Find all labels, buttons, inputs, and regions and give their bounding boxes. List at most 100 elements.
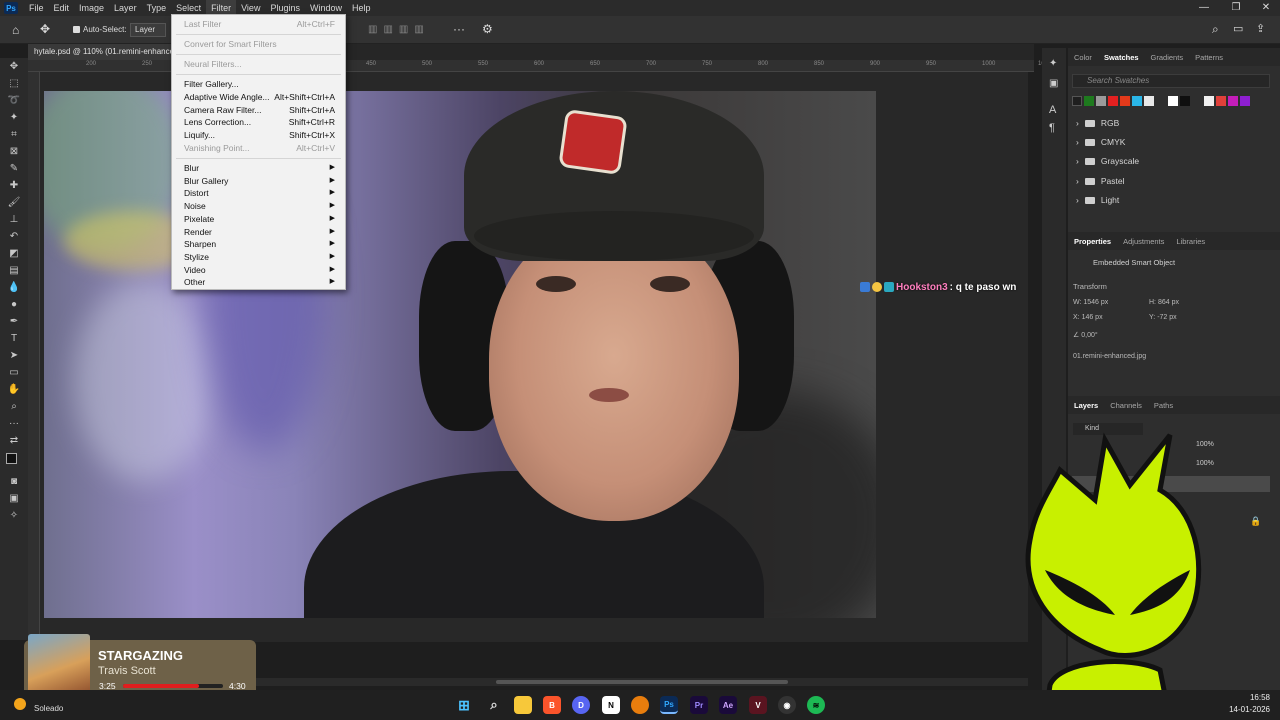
zoom-icon[interactable]: ⌕ <box>0 398 28 415</box>
tab-paths[interactable]: Paths <box>1148 401 1179 410</box>
search-icon[interactable]: ⌕ <box>1212 22 1219 37</box>
w-field[interactable]: W: 1546 px <box>1073 299 1108 306</box>
eyedropper-icon[interactable]: ✎ <box>0 160 28 177</box>
dodge-icon[interactable]: ● <box>0 296 28 313</box>
frame-icon[interactable]: ⊠ <box>0 143 28 160</box>
crop-icon[interactable]: ⌗ <box>0 126 28 143</box>
angle-field[interactable]: ∠ 0,00° <box>1073 331 1098 339</box>
paragraph-icon[interactable]: ¶ <box>1049 122 1055 134</box>
menu-item-blur[interactable]: Blur ▶ <box>184 162 335 174</box>
stamp-icon[interactable]: ⊥ <box>0 211 28 228</box>
comments-icon[interactable]: ✦ <box>1049 58 1057 69</box>
tab-layers[interactable]: Layers <box>1068 401 1104 410</box>
tab-libraries[interactable]: Libraries <box>1170 237 1211 246</box>
history-brush-icon[interactable]: ↶ <box>0 228 28 245</box>
premiere-icon[interactable]: Pr <box>690 696 708 714</box>
marquee-icon[interactable]: ⬚ <box>0 75 28 92</box>
swatch-folder-cmyk[interactable]: › CMYK <box>1076 135 1125 149</box>
gear-icon[interactable]: ⚙ <box>482 22 493 36</box>
blur-icon[interactable]: 💧 <box>0 279 28 296</box>
tab-properties[interactable]: Properties <box>1068 237 1117 246</box>
menu-item-distort[interactable]: Distort ▶ <box>184 187 335 199</box>
notion-icon[interactable]: N <box>602 696 620 714</box>
swatch-folder-grayscale[interactable]: › Grayscale <box>1076 154 1139 168</box>
color-swatches-icon[interactable] <box>0 449 28 473</box>
swatch-11[interactable] <box>1228 96 1238 106</box>
after-effects-icon[interactable]: Ae <box>719 696 737 714</box>
h-field[interactable]: H: 864 px <box>1149 299 1179 306</box>
swatch-folder-light[interactable]: › Light <box>1076 193 1119 207</box>
swatch-7[interactable] <box>1168 96 1178 106</box>
search-icon[interactable]: ⌕ <box>485 696 503 714</box>
menu-item-sharpen[interactable]: Sharpen ▶ <box>184 238 335 250</box>
search-swatches-input[interactable]: Search Swatches <box>1072 74 1270 88</box>
menu-item-lens-correction[interactable]: Lens Correction... Shift+Ctrl+R <box>184 116 335 128</box>
swatch-folder-pastel[interactable]: › Pastel <box>1076 174 1124 188</box>
menu-item-pixelate[interactable]: Pixelate ▶ <box>184 213 335 225</box>
chat-bubble-icon[interactable]: ▣ <box>1049 78 1058 89</box>
tab-channels[interactable]: Channels <box>1104 401 1148 410</box>
more-options-icon[interactable]: ··· <box>453 22 465 36</box>
file-explorer-icon[interactable] <box>514 696 532 714</box>
home-icon[interactable]: ⌂ <box>12 23 19 37</box>
menu-image[interactable]: Image <box>74 0 109 16</box>
brave-icon[interactable]: B <box>543 696 561 714</box>
clock-time[interactable]: 16:58 <box>1222 693 1270 702</box>
swatch-9[interactable] <box>1204 96 1214 106</box>
menu-item-liquify[interactable]: Liquify... Shift+Ctrl+X <box>184 129 335 141</box>
tab-patterns[interactable]: Patterns <box>1189 53 1229 62</box>
align-icons[interactable]: ▥▥▥▥ <box>368 24 430 35</box>
type-icon[interactable]: T <box>0 330 28 347</box>
menu-item-blur-gallery[interactable]: Blur Gallery ▶ <box>184 175 335 187</box>
auto-select-checkbox[interactable] <box>73 26 80 33</box>
menu-type[interactable]: Type <box>142 0 172 16</box>
photoshop-taskbar-icon[interactable]: Ps <box>660 696 678 714</box>
restore-icon[interactable]: ❐ <box>1220 0 1252 16</box>
rectangle-icon[interactable]: ▭ <box>0 364 28 381</box>
swatch-folder-rgb[interactable]: › RGB <box>1076 116 1119 130</box>
swatch-4[interactable] <box>1120 96 1130 106</box>
eraser-icon[interactable]: ◩ <box>0 245 28 262</box>
menu-item-noise[interactable]: Noise ▶ <box>184 200 335 212</box>
gradient-icon[interactable]: ▤ <box>0 262 28 279</box>
tab-adjustments[interactable]: Adjustments <box>1117 237 1170 246</box>
brush-icon[interactable]: 🖌 <box>0 194 28 211</box>
swatch-8[interactable] <box>1180 96 1190 106</box>
healing-icon[interactable]: ✚ <box>0 177 28 194</box>
swatch-3[interactable] <box>1108 96 1118 106</box>
menu-item-adaptive-wide-angle[interactable]: Adaptive Wide Angle... Alt+Shift+Ctrl+A <box>184 91 335 103</box>
scrollbar-thumb[interactable] <box>496 680 788 684</box>
swatch-10[interactable] <box>1216 96 1226 106</box>
menu-item-camera-raw[interactable]: Camera Raw Filter... Shift+Ctrl+A <box>184 104 335 116</box>
workspace-icon[interactable]: ▭ <box>1233 22 1243 35</box>
sun-icon[interactable] <box>14 698 26 710</box>
lasso-icon[interactable]: ➰ <box>0 92 28 109</box>
move-icon[interactable]: ✥ <box>0 58 28 75</box>
swatch-1[interactable] <box>1084 96 1094 106</box>
clock-date[interactable]: 14-01-2026 <box>1222 705 1270 714</box>
blender-icon[interactable] <box>631 696 649 714</box>
start-icon[interactable]: ⊞ <box>455 696 473 714</box>
menu-file[interactable]: File <box>24 0 49 16</box>
move-tool-icon[interactable]: ✥ <box>40 22 50 36</box>
app-v-icon[interactable]: V <box>749 696 767 714</box>
document-tab[interactable]: hytale.psd @ 110% (01.remini-enhanced <box>28 44 178 60</box>
character-icon[interactable]: A <box>1049 104 1056 116</box>
tab-color[interactable]: Color <box>1068 53 1098 62</box>
generative-icon[interactable]: ✧ <box>0 507 28 524</box>
menu-layer[interactable]: Layer <box>109 0 142 16</box>
layer-dropdown[interactable]: Layer <box>130 23 166 37</box>
close-icon[interactable]: ✕ <box>1250 0 1280 16</box>
menu-item-other[interactable]: Other ▶ <box>184 276 335 288</box>
menu-item-stylize[interactable]: Stylize ▶ <box>184 251 335 263</box>
tab-swatches[interactable]: Swatches <box>1098 53 1145 62</box>
swatch-0[interactable] <box>1072 96 1082 106</box>
screen-mode-icon[interactable]: ▣ <box>0 490 28 507</box>
more-tools-icon[interactable]: ··· <box>0 415 28 432</box>
share-icon[interactable]: ⇪ <box>1256 22 1265 35</box>
minimize-icon[interactable]: — <box>1188 0 1220 16</box>
menu-item-filter-gallery[interactable]: Filter Gallery... <box>184 78 335 90</box>
menu-item-video[interactable]: Video ▶ <box>184 264 335 276</box>
swap-colors-icon[interactable]: ⇄ <box>0 432 28 449</box>
y-field[interactable]: Y: -72 px <box>1149 314 1177 321</box>
